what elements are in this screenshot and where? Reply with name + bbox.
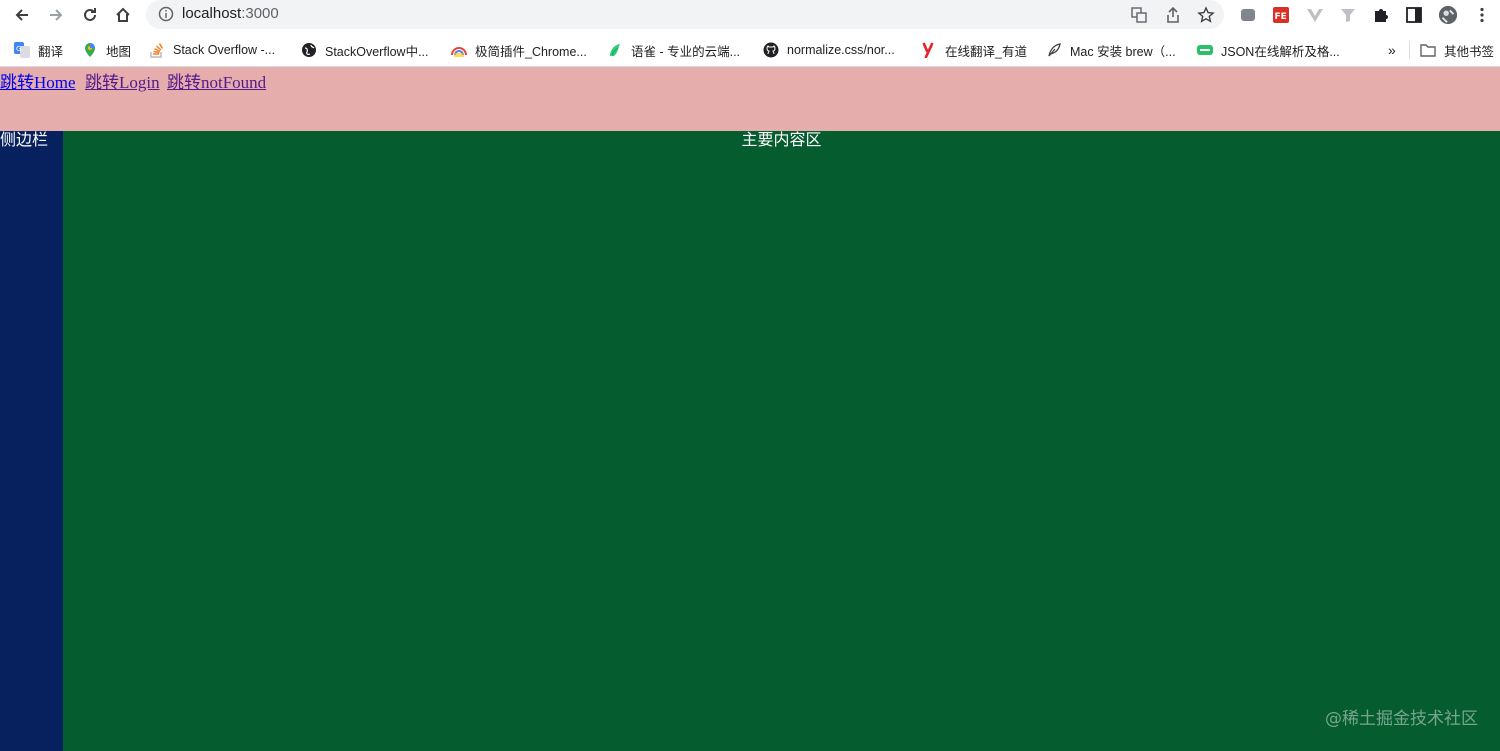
chevron-double-right-icon: » [1388, 42, 1396, 58]
reload-button[interactable] [78, 4, 102, 26]
bookmark-item[interactable]: 在线翻译_有道 [921, 41, 1027, 59]
star-icon [1197, 6, 1215, 23]
link-home[interactable]: 跳转Home [0, 68, 76, 93]
bookmark-label: normalize.css/nor... [787, 43, 895, 57]
folder-icon [1420, 44, 1436, 57]
bookmark-item[interactable]: JSON在线解析及格... [1197, 41, 1340, 59]
bookmark-label: 极简插件_Chrome... [475, 44, 587, 59]
stackoverflow-icon [150, 43, 164, 58]
avatar-icon [1438, 5, 1458, 25]
vue-devtools-button[interactable] [1305, 5, 1325, 25]
svg-text:FE: FE [1275, 12, 1287, 22]
url-port: :3000 [241, 5, 279, 22]
reload-icon [84, 8, 96, 21]
fe-helper-icon: FE [1273, 7, 1289, 23]
bookmark-label: 在线翻译_有道 [945, 44, 1027, 59]
bookmark-label: Stack Overflow -... [173, 43, 276, 57]
share-button[interactable] [1163, 5, 1183, 25]
funnel-icon [1341, 9, 1355, 22]
translate-icon [1131, 7, 1147, 23]
back-button[interactable] [10, 4, 34, 26]
bookmark-item[interactable]: Stack Overflow -... [149, 41, 275, 59]
sidebar-label: 侧边栏 [0, 130, 49, 149]
bookmark-label: 翻译 [38, 44, 64, 59]
bookmark-label: 地图 [106, 44, 132, 59]
google-maps-icon [85, 43, 95, 57]
bookmarks-divider [1409, 41, 1410, 59]
bookmark-label: 语雀 - 专业的云端... [631, 44, 741, 59]
url-host: localhost [182, 5, 242, 22]
bookmark-label: JSON在线解析及格... [1221, 44, 1340, 59]
extension-button[interactable] [1238, 5, 1258, 25]
bookmark-item[interactable]: G 翻译 [14, 41, 63, 59]
puzzle-icon [1375, 9, 1388, 22]
extensions-menu-button[interactable] [1371, 5, 1391, 25]
share-icon [1167, 6, 1179, 23]
arrow-right-icon [50, 9, 63, 21]
url-text[interactable]: localhost:3000 [182, 5, 279, 22]
filter-extension-button[interactable] [1338, 5, 1358, 25]
feather-icon [1048, 43, 1061, 57]
yuque-icon [610, 44, 620, 56]
vue-icon [1307, 9, 1323, 22]
link-notfound[interactable]: 跳转notFound [167, 68, 266, 93]
home-icon [116, 7, 130, 22]
menu-button[interactable] [1472, 5, 1492, 25]
bookmark-label: 其他书签 [1444, 44, 1495, 59]
translate-page-button[interactable] [1129, 5, 1149, 25]
main-content: 主要内容区 @稀土掘金技术社区 [63, 131, 1500, 751]
youdao-icon [922, 42, 934, 58]
bookmarks-bar: G 翻译 地图 Stack Overflow -... StackOverflo… [0, 36, 1500, 64]
watermark: @稀土掘金技术社区 [1325, 709, 1478, 729]
home-button[interactable] [111, 4, 135, 26]
rainbow-icon [451, 47, 467, 57]
github-icon [763, 42, 779, 58]
more-vertical-icon [1480, 7, 1484, 23]
bookmarks-overflow-button[interactable]: » [1388, 41, 1396, 59]
extension-square-icon [1241, 9, 1255, 21]
sidebar: 侧边栏 [0, 131, 63, 751]
address-bar[interactable] [146, 0, 1224, 29]
main-content-label: 主要内容区 [741, 130, 822, 149]
globe-icon [302, 43, 316, 57]
bookmark-star-button[interactable] [1196, 5, 1216, 25]
arrow-left-icon [15, 9, 28, 21]
bookmark-item[interactable]: Mac 安装 brew（... [1046, 41, 1176, 59]
profile-button[interactable] [1438, 5, 1458, 25]
bookmark-item[interactable]: 地图 [82, 41, 131, 59]
bookmark-item[interactable]: 语雀 - 专业的云端... [607, 41, 740, 59]
bookmark-label: Mac 安装 brew（... [1070, 44, 1176, 59]
bookmark-item[interactable]: normalize.css/nor... [763, 41, 895, 59]
fe-helper-button[interactable]: FE [1271, 5, 1291, 25]
forward-button[interactable] [44, 4, 68, 26]
google-translate-icon: G [14, 42, 30, 58]
other-bookmarks-folder[interactable]: 其他书签 [1420, 41, 1494, 59]
info-icon[interactable] [158, 6, 174, 22]
web-page: 跳转Home 跳转Login 跳转notFound 侧边栏 主要内容区 @稀土掘… [0, 67, 1500, 751]
side-panel-button[interactable] [1404, 5, 1424, 25]
json-icon [1197, 45, 1213, 55]
link-login[interactable]: 跳转Login [85, 68, 160, 93]
bookmark-label: StackOverflow中... [325, 44, 429, 59]
side-panel-icon [1406, 7, 1422, 23]
svg-text:G: G [16, 45, 21, 53]
bookmark-item[interactable]: 极简插件_Chrome... [451, 41, 587, 59]
browser-toolbar: localhost:3000 FE [0, 0, 1500, 30]
page-header: 跳转Home 跳转Login 跳转notFound [0, 67, 1500, 131]
bookmark-item[interactable]: StackOverflow中... [301, 41, 429, 59]
